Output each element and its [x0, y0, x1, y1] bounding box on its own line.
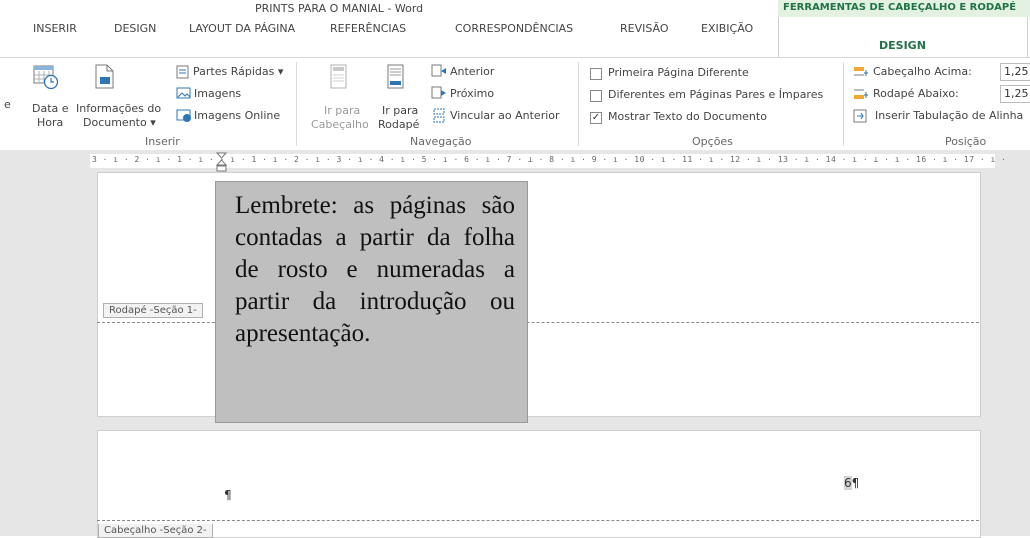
- page-number-mark: ¶: [851, 476, 860, 490]
- pares-impares-checkbox[interactable]: [590, 90, 602, 102]
- group-posicao-label: Posição: [945, 135, 987, 148]
- alignment-tab-icon: [853, 109, 867, 123]
- page-number[interactable]: 6¶: [844, 476, 859, 490]
- tab-inserir[interactable]: INSERIR: [33, 22, 77, 35]
- tab-revisao[interactable]: REVISÃO: [620, 22, 669, 35]
- anterior-button[interactable]: Anterior: [450, 65, 494, 78]
- document-info-icon: [95, 64, 114, 89]
- proximo-button[interactable]: Próximo: [450, 87, 494, 100]
- group-inserir-label: Inserir: [145, 135, 180, 148]
- cabecalho-acima-label: Cabeçalho Acima:: [873, 65, 972, 78]
- partes-rapidas-button[interactable]: Partes Rápidas ▾: [193, 65, 283, 78]
- ir-cabecalho-button[interactable]: Ir para: [324, 104, 360, 117]
- primeira-pagina-checkbox[interactable]: [590, 68, 602, 80]
- cabecalho-acima-input[interactable]: 1,25: [1000, 63, 1030, 81]
- ir-rodape-button-line2[interactable]: Rodapé: [378, 118, 419, 131]
- tab-exibicao[interactable]: EXIBIÇÃO: [701, 22, 753, 35]
- link-to-previous-icon: [433, 108, 445, 123]
- pictures-icon: [176, 87, 191, 99]
- go-to-header-icon: [330, 64, 347, 89]
- tab-header-footer-design-label: DESIGN: [879, 39, 926, 52]
- data-hora-button[interactable]: Data e: [32, 102, 69, 115]
- page-number-field: 6: [844, 476, 852, 490]
- tab-correspondencias[interactable]: CORRESPONDÊNCIAS: [455, 22, 573, 35]
- cut-label: e: [4, 98, 11, 111]
- mostrar-texto-label: Mostrar Texto do Documento: [608, 110, 767, 123]
- mostrar-texto-checkbox[interactable]: ✓: [590, 112, 602, 124]
- footer-section-label: Rodapé -Seção 1-: [103, 303, 203, 318]
- indent-marker-icon[interactable]: [216, 152, 228, 172]
- tab-referencias[interactable]: REFERÊNCIAS: [330, 22, 406, 35]
- footer-bottom-icon: [854, 89, 868, 99]
- rodape-abaixo-label: Rodapé Abaixo:: [873, 87, 959, 100]
- pares-impares-label: Diferentes em Páginas Pares e Ímpares: [608, 88, 824, 101]
- tab-header-footer-design[interactable]: DESIGN: [778, 17, 1028, 57]
- ir-rodape-button[interactable]: Ir para: [382, 104, 418, 117]
- previous-icon: [431, 64, 446, 77]
- reminder-text: Lembrete: as páginas são contadas a part…: [235, 192, 515, 347]
- ribbon: e Data e Hora Informações do Documento ▾…: [0, 57, 1030, 151]
- info-documento-button[interactable]: Informações do: [76, 102, 161, 115]
- next-icon: [431, 86, 446, 99]
- tab-design[interactable]: DESIGN: [114, 22, 156, 35]
- calendar-clock-icon: [33, 65, 59, 90]
- paragraph-mark: ¶: [224, 488, 232, 502]
- imagens-online-button[interactable]: Imagens Online: [194, 109, 280, 122]
- data-hora-button-line2[interactable]: Hora: [37, 116, 63, 129]
- rodape-abaixo-input[interactable]: 1,25: [1000, 85, 1030, 103]
- online-pictures-icon: [176, 109, 191, 122]
- imagens-button[interactable]: Imagens: [194, 87, 241, 100]
- primeira-pagina-label: Primeira Página Diferente: [608, 66, 749, 79]
- context-tools-label: FERRAMENTAS DE CABEÇALHO E RODAPÉ: [783, 2, 1017, 13]
- group-separator: [843, 62, 844, 146]
- group-navegacao-label: Navegação: [410, 135, 472, 148]
- header-boundary-line: [97, 520, 979, 521]
- quick-parts-icon: [176, 65, 189, 79]
- ruler-scale: 3 · ı · 2 · ı · 1 · ı · · ı · 1 · ı · 2 …: [92, 155, 1007, 164]
- header-top-icon: [854, 67, 868, 76]
- group-separator: [296, 62, 297, 146]
- vincular-anterior-button[interactable]: Vincular ao Anterior: [450, 109, 560, 122]
- inserir-tabulacao-button[interactable]: Inserir Tabulação de Alinha: [875, 109, 1023, 122]
- info-documento-button-line2[interactable]: Documento ▾: [83, 116, 156, 129]
- group-separator: [578, 62, 579, 146]
- group-opcoes-label: Opções: [692, 135, 733, 148]
- go-to-footer-icon: [387, 64, 404, 89]
- reminder-callout: Lembrete: as páginas são contadas a part…: [215, 181, 528, 423]
- window-title: PRINTS PARA O MANIAL - Word: [255, 2, 424, 15]
- ir-cabecalho-button-line2[interactable]: Cabeçalho: [311, 118, 369, 131]
- tab-layout[interactable]: LAYOUT DA PÁGINA: [189, 22, 295, 35]
